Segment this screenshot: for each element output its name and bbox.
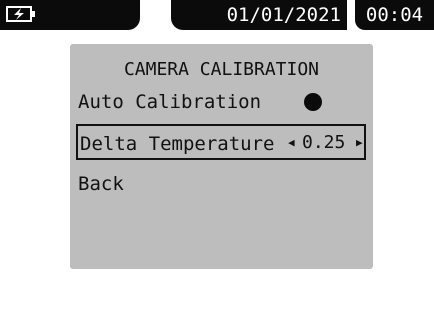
auto-calibration-label: Auto Calibration xyxy=(78,91,262,113)
camera-calibration-menu: CAMERA CALIBRATION Auto Calibration Delt… xyxy=(70,44,373,269)
menu-item-auto-calibration[interactable]: Auto Calibration xyxy=(76,84,366,120)
delta-temperature-label: Delta Temperature xyxy=(80,133,275,155)
battery-tab xyxy=(0,0,140,30)
auto-calibration-toggle[interactable] xyxy=(304,93,322,111)
battery-charging-icon xyxy=(6,6,35,22)
menu-item-delta-temperature[interactable]: Delta Temperature ◀ 0.25 ▶ xyxy=(76,124,366,160)
status-bar: 01/01/2021 00:04 xyxy=(0,0,434,30)
time-display: 00:04 xyxy=(355,0,434,30)
decrease-arrow-icon[interactable]: ◀ xyxy=(288,126,295,160)
back-label: Back xyxy=(78,173,124,195)
menu-item-back[interactable]: Back xyxy=(76,166,366,202)
menu-title: CAMERA CALIBRATION xyxy=(123,59,320,80)
date-display: 01/01/2021 xyxy=(171,0,347,30)
delta-temperature-value: 0.25 xyxy=(302,132,346,153)
increase-arrow-icon[interactable]: ▶ xyxy=(356,126,363,160)
